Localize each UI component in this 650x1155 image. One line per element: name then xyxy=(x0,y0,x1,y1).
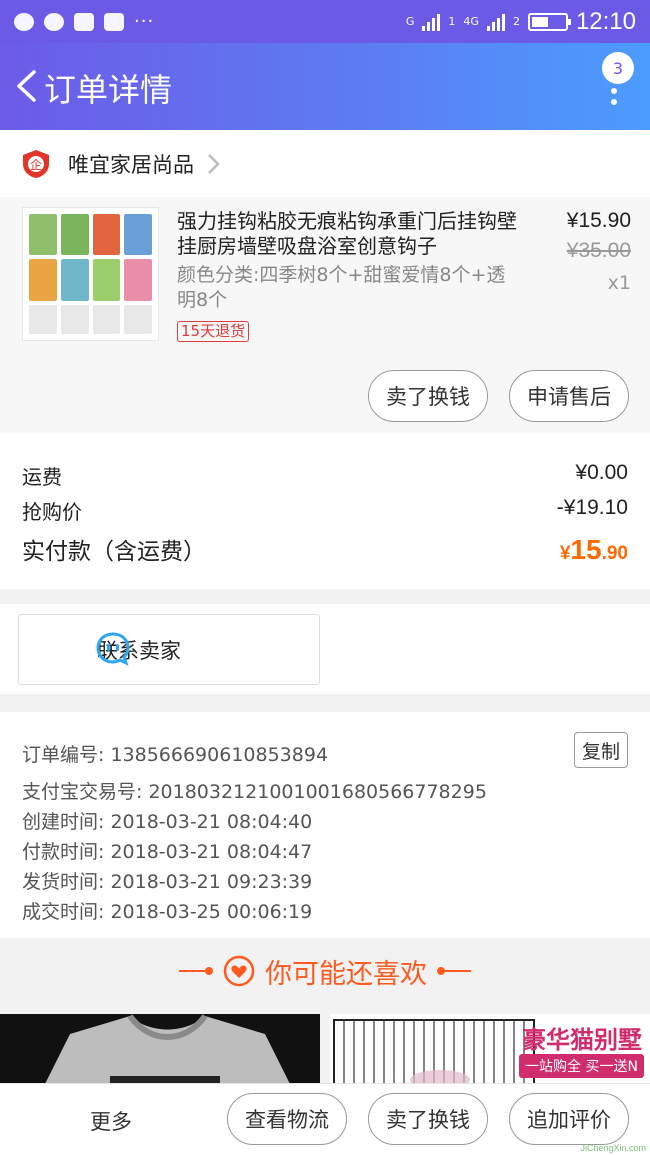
more-notifications-icon: ··· xyxy=(134,11,155,32)
product-title[interactable]: 强力挂钩粘胶无痕粘钩承重门后挂钩壁挂厨房墙壁吸盘浴室创意钩子 xyxy=(177,209,517,259)
product-item[interactable]: 强力挂钩粘胶无痕粘钩承重门后挂钩壁挂厨房墙壁吸盘浴室创意钩子 颜色分类:四季树8… xyxy=(0,197,650,433)
paid-time: 付款时间: 2018-03-21 08:04:47 xyxy=(22,841,313,863)
notification-badge: 3 xyxy=(602,52,634,84)
clock: 12:10 xyxy=(575,7,636,35)
sell-button-bottom[interactable]: 卖了换钱 xyxy=(368,1093,488,1145)
add-review-button[interactable]: 追加评价 xyxy=(509,1093,629,1145)
shipped-time: 发货时间: 2018-03-21 09:23:39 xyxy=(22,871,313,893)
status-notifications: ··· xyxy=(14,11,154,32)
signal-2-icon xyxy=(486,13,505,31)
order-info: 订单编号: 138566690610853894 复制 支付宝交易号: 2018… xyxy=(0,712,650,938)
paid-row: 实付款（含运费） ¥15.90 xyxy=(22,532,628,566)
flash-price-row: 抢购价 -¥19.10 xyxy=(22,496,628,525)
app-grid-icon xyxy=(74,12,94,31)
recommend-item-cat-villa[interactable]: 豪华猫别墅 一站购全 买一送N xyxy=(330,1014,650,1094)
battery-icon xyxy=(527,12,571,31)
recommend-header: 你可能还喜欢 xyxy=(0,938,650,1004)
image-icon xyxy=(104,12,124,31)
recommend-title: 你可能还喜欢 xyxy=(265,958,427,990)
divider xyxy=(179,967,213,975)
shipping-value: ¥0.00 xyxy=(575,461,628,484)
network-label: 4G xyxy=(463,14,479,28)
wechat-icon xyxy=(14,12,34,31)
shipping-label: 运费 xyxy=(22,465,62,489)
return-policy-badge: 15天退货 xyxy=(177,321,250,342)
watermark: JiChengXin.com xyxy=(580,1143,646,1153)
product-original-price: ¥35.00 xyxy=(566,239,631,262)
completed-time: 成交时间: 2018-03-25 00:06:19 xyxy=(22,901,313,923)
product-price: ¥15.90 xyxy=(566,209,631,232)
recommend-item-shirt[interactable] xyxy=(0,1014,320,1094)
cost-summary: 运费 ¥0.00 抢购价 -¥19.10 实付款（含运费） ¥15.90 xyxy=(0,433,650,589)
back-arrow-icon[interactable] xyxy=(14,69,40,103)
signal-1-icon xyxy=(422,13,441,31)
status-bar: ··· G 1 4G 2 12:10 xyxy=(0,0,650,43)
sell-button[interactable]: 卖了换钱 xyxy=(368,370,488,422)
product-quantity: x1 xyxy=(607,272,631,294)
flash-price-value: -¥19.10 xyxy=(556,496,628,519)
carrier-label: G xyxy=(405,14,415,28)
after-sale-button[interactable]: 申请售后 xyxy=(509,370,629,422)
page-title: 订单详情 xyxy=(44,71,173,109)
chevron-right-icon xyxy=(208,153,220,174)
sim1-label: 1 xyxy=(448,14,456,28)
ad-title: 豪华猫别墅 xyxy=(522,1026,642,1054)
heart-icon xyxy=(223,955,255,987)
enterprise-shield-icon: 企 xyxy=(23,149,49,178)
svg-text:企: 企 xyxy=(30,157,42,172)
sim2-label: 2 xyxy=(512,14,520,28)
product-spec: 颜色分类:四季树8个+甜蜜爱情8个+透明8个 xyxy=(177,264,506,311)
more-button[interactable]: 更多 xyxy=(90,1106,132,1136)
contact-section: 联系卖家 xyxy=(0,604,650,694)
shop-name: 唯宜家居尚品 xyxy=(68,152,194,177)
wechat-icon xyxy=(44,12,64,31)
alipay-trade-number: 支付宝交易号: 2018032121001001680566778295 xyxy=(22,781,487,803)
shipping-row: 运费 ¥0.00 xyxy=(22,461,628,490)
bottom-action-bar: 更多 查看物流 卖了换钱 追加评价 JiChengXin.com xyxy=(0,1083,650,1155)
copy-button[interactable]: 复制 xyxy=(574,732,628,768)
shop-row[interactable]: 企 唯宜家居尚品 xyxy=(0,130,650,197)
flash-price-label: 抢购价 xyxy=(22,500,82,524)
paid-amount: ¥15.90 xyxy=(559,534,628,565)
view-logistics-button[interactable]: 查看物流 xyxy=(227,1093,347,1145)
ad-subtitle: 一站购全 买一送N xyxy=(519,1054,644,1078)
tshirt-image xyxy=(40,1014,295,1094)
created-time: 创建时间: 2018-03-21 08:04:40 xyxy=(22,811,313,833)
order-number: 订单编号: 138566690610853894 xyxy=(22,744,329,766)
divider xyxy=(437,967,471,975)
paid-label: 实付款（含运费） xyxy=(22,539,206,565)
contact-seller-button[interactable]: 联系卖家 xyxy=(18,614,320,685)
product-image[interactable] xyxy=(22,207,159,341)
chat-bubble-icon xyxy=(96,632,130,666)
nav-bar: 订单详情 3 xyxy=(0,43,650,130)
